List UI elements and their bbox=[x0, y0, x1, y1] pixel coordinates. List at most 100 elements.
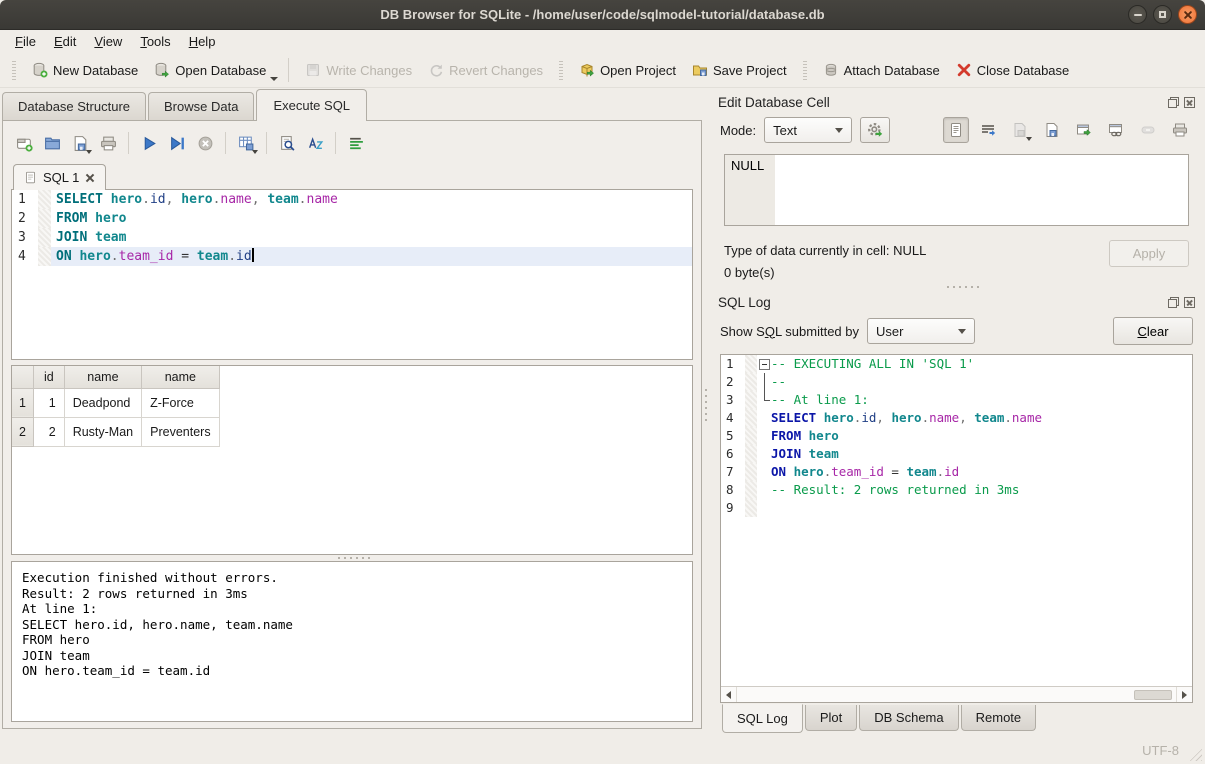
titlebar[interactable]: DB Browser for SQLite - /home/user/code/… bbox=[0, 0, 1205, 30]
execute-sql-content: SQL 1 1SELECT hero.id, hero.name, team.n… bbox=[2, 120, 702, 729]
tab-execute-sql[interactable]: Execute SQL bbox=[256, 89, 367, 121]
mode-select[interactable]: Text bbox=[764, 117, 852, 143]
attach-database-button[interactable]: Attach Database bbox=[815, 58, 948, 82]
close-dock-icon[interactable] bbox=[1184, 97, 1195, 108]
tab-db-schema[interactable]: DB Schema bbox=[859, 705, 958, 731]
fold-column bbox=[757, 499, 771, 517]
open-database-button[interactable]: Open Database bbox=[146, 58, 274, 82]
result-cell[interactable]: Z-Force bbox=[142, 388, 219, 417]
dock-splitter[interactable] bbox=[708, 284, 1205, 290]
submitted-by-select[interactable]: User bbox=[867, 318, 975, 344]
open-in-external-icon bbox=[1076, 122, 1092, 138]
autocomplete-button[interactable] bbox=[302, 130, 328, 156]
minimize-icon[interactable] bbox=[1128, 5, 1147, 24]
open-database-dropdown-icon[interactable] bbox=[270, 77, 278, 81]
result-cell[interactable]: 1 bbox=[33, 388, 64, 417]
close-dock-icon[interactable] bbox=[1184, 297, 1195, 308]
result-cell[interactable]: Deadpond bbox=[64, 388, 141, 417]
menu-help[interactable]: Help bbox=[180, 32, 225, 51]
new-tab-button[interactable] bbox=[11, 130, 37, 156]
maximize-icon[interactable] bbox=[1153, 5, 1172, 24]
sql-log-view[interactable]: 1-- EXECUTING ALL IN 'SQL 1'2--3-- At li… bbox=[720, 354, 1193, 703]
row-header[interactable]: 2 bbox=[12, 417, 33, 446]
tab-database-structure[interactable]: Database Structure bbox=[2, 92, 146, 120]
export-data-button[interactable] bbox=[1039, 117, 1065, 143]
new-database-button[interactable]: New Database bbox=[24, 58, 146, 82]
fold-marker-icon[interactable] bbox=[757, 355, 771, 373]
float-dock-icon[interactable] bbox=[1168, 97, 1179, 108]
row-header[interactable]: 1 bbox=[12, 388, 33, 417]
open-in-external-button[interactable] bbox=[1071, 117, 1097, 143]
tab-browse-data[interactable]: Browse Data bbox=[148, 92, 254, 120]
cell-mode-row: Mode: Text bbox=[708, 114, 1205, 146]
menu-tools[interactable]: Tools bbox=[131, 32, 179, 51]
toolbar-drag-handle[interactable] bbox=[12, 60, 16, 80]
tab-remote[interactable]: Remote bbox=[961, 705, 1037, 731]
tab-plot[interactable]: Plot bbox=[805, 705, 857, 731]
fold-marker-icon[interactable] bbox=[757, 391, 771, 409]
main-vertical-splitter[interactable] bbox=[704, 88, 708, 737]
results-message-splitter[interactable] bbox=[11, 555, 693, 561]
log-horizontal-scrollbar[interactable] bbox=[721, 686, 1192, 702]
toolbar-drag-handle[interactable] bbox=[559, 60, 563, 80]
cell-value-editor[interactable]: NULL bbox=[724, 154, 1189, 226]
save-sql-file-button[interactable] bbox=[67, 130, 93, 156]
results-grid[interactable]: idnamename11DeadpondZ-Force22Rusty-ManPr… bbox=[11, 365, 693, 555]
log-code: -- Result: 2 rows returned in 3ms bbox=[771, 481, 1192, 499]
execution-message: Execution finished without errors. Resul… bbox=[12, 562, 692, 687]
toolbar-drag-handle[interactable] bbox=[803, 60, 807, 80]
resize-grip[interactable] bbox=[1188, 747, 1202, 761]
corner-header[interactable] bbox=[12, 366, 33, 388]
set-null-button[interactable] bbox=[1135, 117, 1161, 143]
menu-view[interactable]: View bbox=[85, 32, 131, 51]
stop-button[interactable] bbox=[192, 130, 218, 156]
execution-message-panel[interactable]: Execution finished without errors. Resul… bbox=[11, 561, 693, 722]
word-wrap-button[interactable] bbox=[343, 130, 369, 156]
log-code: -- EXECUTING ALL IN 'SQL 1' bbox=[771, 355, 1192, 373]
close-icon[interactable] bbox=[1178, 5, 1197, 24]
execute-current-line-button[interactable] bbox=[164, 130, 190, 156]
scrollbar-thumb[interactable] bbox=[1134, 690, 1172, 700]
save-results-button[interactable] bbox=[233, 130, 259, 156]
line-number: 2 bbox=[12, 209, 38, 228]
sql-editor[interactable]: 1SELECT hero.id, hero.name, team.name2FR… bbox=[11, 190, 693, 360]
column-header[interactable]: name bbox=[142, 366, 219, 388]
column-header[interactable]: name bbox=[64, 366, 141, 388]
float-dock-icon[interactable] bbox=[1168, 297, 1179, 308]
result-cell[interactable]: Rusty-Man bbox=[64, 417, 141, 446]
execute-all-button[interactable] bbox=[136, 130, 162, 156]
menu-edit[interactable]: Edit bbox=[45, 32, 85, 51]
clear-log-button[interactable]: Clear bbox=[1113, 317, 1193, 345]
apply-format-button[interactable] bbox=[860, 117, 890, 143]
scroll-right-icon[interactable] bbox=[1176, 687, 1192, 702]
sql-1-tab[interactable]: SQL 1 bbox=[13, 164, 106, 190]
scroll-left-icon[interactable] bbox=[721, 687, 737, 702]
tab-sql-log[interactable]: SQL Log bbox=[722, 704, 803, 733]
execute-current-line-icon bbox=[169, 135, 186, 152]
close-tab-icon[interactable] bbox=[85, 173, 95, 183]
open-project-button[interactable]: Open Project bbox=[571, 58, 684, 82]
result-cell[interactable]: Preventers bbox=[142, 417, 219, 446]
save-project-button[interactable]: Save Project bbox=[684, 58, 795, 82]
new-tab-icon bbox=[16, 135, 33, 152]
revert-changes-button[interactable]: Revert Changes bbox=[420, 58, 551, 82]
print-cell-button[interactable] bbox=[1167, 117, 1193, 143]
open-sql-file-button[interactable] bbox=[39, 130, 65, 156]
fold-marker-icon[interactable] bbox=[757, 373, 771, 391]
menu-file[interactable]: File bbox=[6, 32, 45, 51]
apply-button[interactable]: Apply bbox=[1109, 240, 1189, 267]
text-mode-button[interactable] bbox=[943, 117, 969, 143]
column-header[interactable]: id bbox=[33, 366, 64, 388]
print-button[interactable] bbox=[95, 130, 121, 156]
write-changes-button[interactable]: Write Changes bbox=[297, 58, 420, 82]
find-replace-button[interactable] bbox=[274, 130, 300, 156]
editor-code: JOIN team bbox=[51, 228, 692, 247]
word-wrap-cell-button[interactable] bbox=[975, 117, 1001, 143]
result-cell[interactable]: 2 bbox=[33, 417, 64, 446]
close-database-button[interactable]: Close Database bbox=[948, 58, 1078, 82]
fold-margin bbox=[745, 373, 757, 391]
copy-link-button[interactable] bbox=[1103, 117, 1129, 143]
print-icon bbox=[1172, 122, 1188, 138]
fold-column bbox=[757, 445, 771, 463]
import-data-button[interactable] bbox=[1007, 117, 1033, 143]
